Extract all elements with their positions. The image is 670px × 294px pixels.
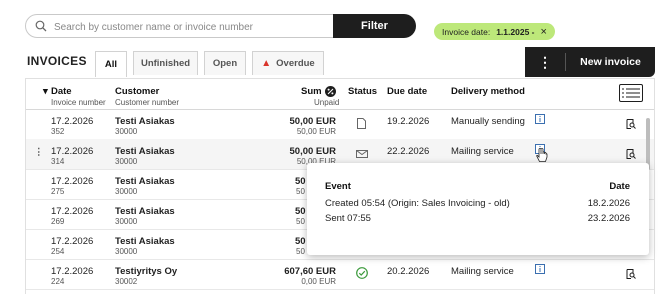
row-invoice-number: 275 <box>51 187 65 196</box>
row-invoice-number: 254 <box>51 247 65 256</box>
tab-label: Open <box>212 58 238 69</box>
check-circle-icon <box>356 267 368 279</box>
tab-unfinished[interactable]: Unfinished <box>133 51 198 75</box>
page-title: INVOICES <box>27 54 87 68</box>
search-input[interactable] <box>52 17 336 37</box>
tab-label: Unfinished <box>140 58 191 69</box>
row-customer: Testi Asiakas <box>115 116 175 127</box>
view-invoice-icon[interactable] <box>626 149 636 159</box>
view-invoice-icon[interactable] <box>626 119 636 129</box>
warning-icon: ▲ <box>261 58 272 69</box>
row-sum: 50,00 EUR <box>289 146 336 157</box>
popup-event-header: Event <box>325 181 351 192</box>
column-customer[interactable]: Customer <box>115 86 159 97</box>
column-due-date[interactable]: Due date <box>387 86 427 97</box>
row-date: 17.2.2026 <box>51 266 94 277</box>
row-unpaid: 0,00 EUR <box>301 277 336 286</box>
info-icon[interactable] <box>535 114 545 124</box>
invoice-date-filter-chip[interactable]: Invoice date: 1.1.2025 - × <box>434 23 555 40</box>
row-date: 17.2.2026 <box>51 236 94 247</box>
row-customer-number: 30000 <box>115 247 138 256</box>
column-unpaid[interactable]: Unpaid <box>314 98 339 107</box>
info-icon[interactable] <box>535 264 545 274</box>
row-customer-number: 30000 <box>115 187 138 196</box>
row-invoice-number: 224 <box>51 277 65 286</box>
column-delivery-method[interactable]: Delivery method <box>451 86 525 97</box>
tab-overdue[interactable]: ▲ Overdue <box>252 51 324 75</box>
tab-label: All <box>104 59 118 70</box>
percent-toggle-icon[interactable] <box>325 86 336 97</box>
tab-label: Overdue <box>276 58 315 69</box>
hand-cursor-icon <box>536 148 548 162</box>
column-invoice-number[interactable]: Invoice number <box>51 98 106 107</box>
chip-value: 1.1.2025 - <box>496 26 535 37</box>
row-invoice-number: 269 <box>51 217 65 226</box>
row-customer: Testi Asiakas <box>115 176 175 187</box>
row-date: 17.2.2026 <box>51 116 94 127</box>
row-sum: 50,00 EUR <box>289 116 336 127</box>
invoice-events-popup: Event Date Created 05:54 (Origin: Sales … <box>307 163 649 255</box>
row-customer-number: 30002 <box>115 277 138 286</box>
row-customer-number: 30000 <box>115 127 138 136</box>
column-sum[interactable]: Sum <box>301 86 322 97</box>
popup-date-header: Date <box>609 181 630 192</box>
row-customer: Testiyritys Oy <box>115 266 178 277</box>
row-sum: 50 <box>295 236 306 247</box>
sort-desc-icon[interactable]: ▾ <box>43 86 48 97</box>
row-unpaid: 50,00 EUR <box>296 127 336 136</box>
row-unpaid: 50 <box>296 187 305 196</box>
row-due-date: 20.2.2026 <box>387 266 430 277</box>
row-delivery-method: Manually sending <box>451 116 525 127</box>
column-status[interactable]: Status <box>348 86 377 97</box>
row-menu-icon[interactable]: ⋮ <box>34 147 44 158</box>
row-unpaid: 50 <box>296 247 305 256</box>
new-invoice-button[interactable]: New invoice <box>566 47 655 77</box>
column-date[interactable]: Date <box>51 86 72 97</box>
row-delivery-method: Mailing service <box>451 266 514 277</box>
remove-filter-icon[interactable]: × <box>540 26 546 37</box>
table-header: ▾ Date Invoice number Customer Customer … <box>26 79 654 110</box>
column-settings-icon[interactable] <box>619 84 643 102</box>
search-icon <box>35 20 47 32</box>
view-invoice-icon[interactable] <box>626 269 636 279</box>
row-sum: 607,60 EUR <box>284 266 336 277</box>
row-customer: Testi Asiakas <box>115 206 175 217</box>
row-sum: 50 <box>295 176 306 187</box>
row-unpaid: 50 <box>296 217 305 226</box>
column-customer-number[interactable]: Customer number <box>115 98 179 107</box>
more-options-icon[interactable]: ⋮ <box>525 47 565 77</box>
table-row[interactable]: 17.2.2026 224 Testiyritys Oy 30002 607,6… <box>26 259 654 290</box>
row-customer-number: 30000 <box>115 157 138 166</box>
popup-event-date: 23.2.2026 <box>587 213 630 224</box>
row-date: 17.2.2026 <box>51 206 94 217</box>
search-box <box>25 14 336 38</box>
row-customer: Testi Asiakas <box>115 236 175 247</box>
row-due-date: 19.2.2026 <box>387 116 430 127</box>
row-date: 17.2.2026 <box>51 176 94 187</box>
row-due-date: 22.2.2026 <box>387 146 430 157</box>
envelope-icon <box>356 150 368 158</box>
row-customer-number: 30000 <box>115 217 138 226</box>
tab-all[interactable]: All <box>95 51 127 77</box>
row-customer: Testi Asiakas <box>115 146 175 157</box>
popup-event: Created 05:54 (Origin: Sales Invoicing -… <box>325 198 510 209</box>
filter-button[interactable]: Filter <box>333 14 416 38</box>
chip-label: Invoice date: <box>442 26 491 37</box>
popup-event: Sent 07:55 <box>325 213 371 224</box>
row-delivery-method: Mailing service <box>451 146 514 157</box>
action-bar: ⋮ New invoice <box>525 47 655 77</box>
table-row[interactable]: 17.2.2026 352 Testi Asiakas 30000 50,00 … <box>26 109 654 140</box>
row-invoice-number: 314 <box>51 157 65 166</box>
popup-event-date: 18.2.2026 <box>587 198 630 209</box>
tab-open[interactable]: Open <box>204 51 246 75</box>
row-sum: 50 <box>295 206 306 217</box>
document-icon <box>357 118 366 129</box>
row-invoice-number: 352 <box>51 127 65 136</box>
row-date: 17.2.2026 <box>51 146 94 157</box>
